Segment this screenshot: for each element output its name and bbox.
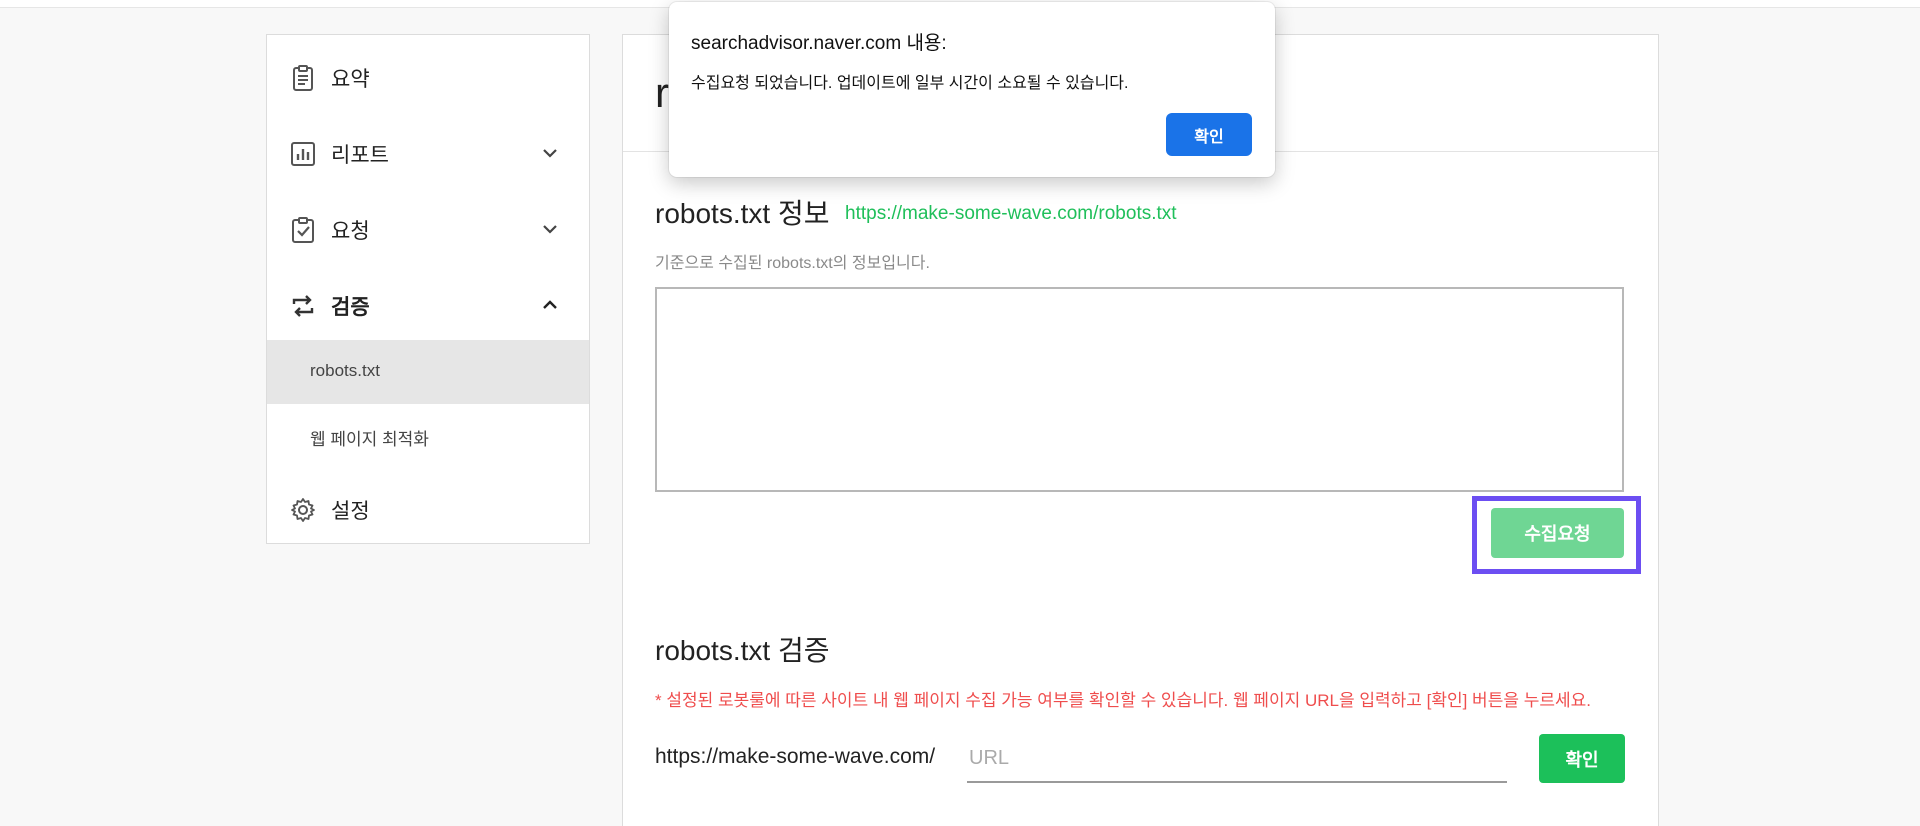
- sidebar-item-settings[interactable]: 설정: [267, 482, 589, 538]
- sidebar-subitem-label: 웹 페이지 최적화: [310, 430, 429, 449]
- robots-verify-title: robots.txt 검증: [655, 635, 830, 666]
- robots-info-title: robots.txt 정보: [655, 198, 830, 229]
- dialog-message: 수집요청 되었습니다. 업데이트에 일부 시간이 소요될 수 있습니다.: [691, 75, 1129, 92]
- sidebar-item-label: 검증: [331, 296, 370, 319]
- url-input[interactable]: [967, 735, 1507, 783]
- sidebar-item-label: 요청: [331, 220, 370, 243]
- alert-dialog: searchadvisor.naver.com 내용: 수집요청 되었습니다. …: [669, 2, 1275, 177]
- chevron-up-icon: [543, 300, 557, 309]
- robots-content-box[interactable]: [655, 287, 1624, 492]
- sidebar-subitem-web-page-optimization[interactable]: 웹 페이지 최적화: [267, 404, 589, 468]
- verify-confirm-button[interactable]: 확인: [1539, 734, 1625, 783]
- sidebar-item-summary[interactable]: 요약: [267, 50, 589, 106]
- sidebar-item-report[interactable]: 리포트: [267, 126, 589, 182]
- sidebar-item-label: 리포트: [331, 144, 389, 167]
- dialog-title: searchadvisor.naver.com 내용:: [691, 33, 947, 54]
- bar-chart-icon: [291, 142, 315, 166]
- sidebar-item-request[interactable]: 요청: [267, 202, 589, 258]
- base-url-label: https://make-some-wave.com/: [655, 745, 936, 768]
- sidebar: 요약 리포트 요청 검증 robots.txt 웹 페이지 최적화 설정: [266, 34, 590, 544]
- robots-info-description: 기준으로 수집된 robots.txt의 정보입니다.: [655, 255, 930, 272]
- sidebar-subitem-robots-txt[interactable]: robots.txt: [267, 340, 589, 404]
- sidebar-item-verify[interactable]: 검증: [267, 278, 589, 334]
- checklist-icon: [292, 217, 314, 243]
- verify-warning-text: * 설정된 로봇룰에 따른 사이트 내 웹 페이지 수집 가능 여부를 확인할 …: [655, 691, 1591, 710]
- dialog-ok-button[interactable]: 확인: [1166, 113, 1252, 156]
- sidebar-subitem-label: robots.txt: [310, 361, 380, 380]
- page-title: r: [655, 69, 669, 116]
- sidebar-item-label: 설정: [331, 500, 370, 523]
- sidebar-item-label: 요약: [331, 68, 370, 91]
- chevron-down-icon: [543, 225, 557, 234]
- clipboard-icon: [293, 65, 313, 91]
- collect-request-button[interactable]: 수집요청: [1491, 508, 1624, 558]
- chevron-down-icon: [543, 149, 557, 158]
- gear-icon: [291, 498, 315, 522]
- robots-txt-link[interactable]: https://make-some-wave.com/robots.txt: [845, 203, 1177, 225]
- repeat-arrows-icon: [292, 295, 314, 317]
